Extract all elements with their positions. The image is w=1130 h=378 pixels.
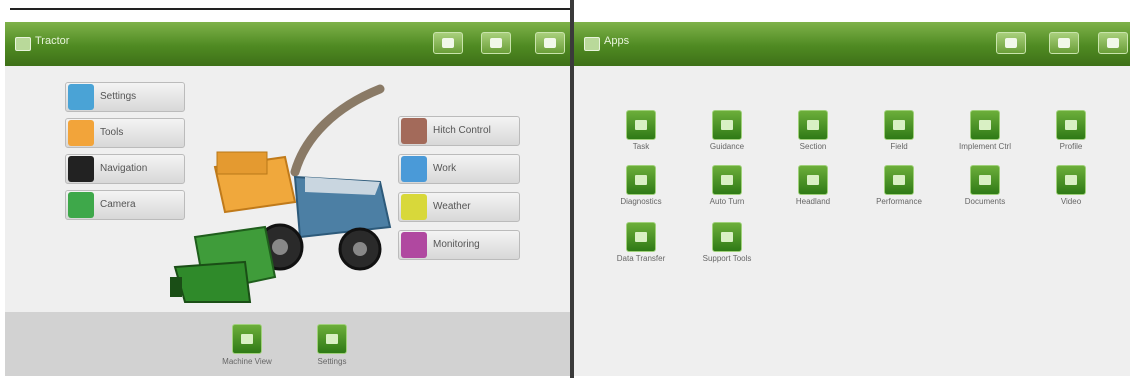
app-icon-14[interactable] xyxy=(712,222,742,252)
app-icon-5[interactable] xyxy=(970,110,1000,140)
camera-icon xyxy=(68,192,94,218)
forage-harvester-illustration xyxy=(170,84,392,303)
left-menu-label-3: Navigation xyxy=(100,163,148,174)
titlebar-button-3[interactable] xyxy=(1098,32,1128,54)
app-icon-6[interactable] xyxy=(1056,110,1086,140)
app-label-4: Field xyxy=(890,142,908,151)
app-label-13: Data Transfer xyxy=(616,254,666,263)
app-label-6: Profile xyxy=(1059,142,1083,151)
app-icon-8[interactable] xyxy=(712,165,742,195)
right-menu-label-1: Hitch Control xyxy=(433,125,491,136)
app-icon-7[interactable] xyxy=(626,165,656,195)
window-a-icon xyxy=(442,38,454,48)
hitch-icon xyxy=(401,118,427,144)
work-icon xyxy=(401,156,427,182)
app-label-3: Section xyxy=(799,142,827,151)
settings-icon xyxy=(68,84,94,110)
left-menu-label-1: Settings xyxy=(100,91,137,102)
right-menu-button-4[interactable]: Monitoring xyxy=(398,230,520,260)
bottom-label-2: Settings xyxy=(317,357,347,366)
app-icon-9[interactable] xyxy=(798,165,828,195)
window-b-icon xyxy=(1058,38,1070,48)
tractor-window-title: Tractor xyxy=(35,35,70,47)
app-icon-4[interactable] xyxy=(884,110,914,140)
app-label-8: Auto Turn xyxy=(709,197,745,206)
bottom-settings-icon[interactable] xyxy=(317,324,347,354)
right-menu-label-3: Weather xyxy=(433,201,471,212)
monitoring-icon xyxy=(401,232,427,258)
top-strip xyxy=(0,0,1130,10)
tools-icon xyxy=(68,120,94,146)
left-menu-label-2: Tools xyxy=(100,127,124,138)
window-c-icon xyxy=(544,38,556,48)
app-icon-3[interactable] xyxy=(798,110,828,140)
machine-view-icon[interactable] xyxy=(232,324,262,354)
bottom-toolbar: Machine View Settings xyxy=(5,312,570,376)
right-menu-label-4: Monitoring xyxy=(433,239,480,250)
app-label-10: Performance xyxy=(876,197,922,206)
app-label-14: Support Tools xyxy=(702,254,752,263)
right-menu-button-1[interactable]: Hitch Control xyxy=(398,116,520,146)
apps-titlebar: Apps xyxy=(574,22,1130,66)
titlebar-button-2[interactable] xyxy=(481,32,511,54)
navigation-icon xyxy=(68,156,94,182)
app-label-12: Video xyxy=(1060,197,1082,206)
weather-icon xyxy=(401,194,427,220)
app-label-5: Implement Ctrl xyxy=(958,142,1011,151)
window-icon xyxy=(15,37,31,51)
app-icon-11[interactable] xyxy=(970,165,1000,195)
app-label-11: Documents xyxy=(964,197,1006,206)
tractor-window: Tractor Settings Tools Navigation Camera xyxy=(5,22,570,376)
tractor-titlebar: Tractor xyxy=(5,22,570,66)
app-icon-12[interactable] xyxy=(1056,165,1086,195)
window-b-icon xyxy=(490,38,502,48)
app-label-9: Headland xyxy=(795,197,831,206)
top-rule xyxy=(10,8,570,10)
app-label-7: Diagnostics xyxy=(620,197,662,206)
titlebar-button-3[interactable] xyxy=(535,32,565,54)
window-a-icon xyxy=(1005,38,1017,48)
app-icon-10[interactable] xyxy=(884,165,914,195)
titlebar-button-1[interactable] xyxy=(433,32,463,54)
apps-window-title: Apps xyxy=(604,35,630,47)
bottom-label-1: Machine View xyxy=(222,357,272,366)
titlebar-button-1[interactable] xyxy=(996,32,1026,54)
app-label-1: Task xyxy=(632,142,650,151)
right-menu-button-3[interactable]: Weather xyxy=(398,192,520,222)
app-label-2: Guidance xyxy=(709,142,745,151)
right-menu-label-2: Work xyxy=(433,163,457,174)
window-icon xyxy=(584,37,600,51)
apps-window: Apps Task Guidance Section Field Impleme… xyxy=(574,22,1130,376)
left-menu-label-4: Camera xyxy=(100,199,136,210)
window-c-icon xyxy=(1107,38,1119,48)
right-menu-button-2[interactable]: Work xyxy=(398,154,520,184)
titlebar-button-2[interactable] xyxy=(1049,32,1079,54)
app-icon-2[interactable] xyxy=(712,110,742,140)
app-icon-13[interactable] xyxy=(626,222,656,252)
app-icon-1[interactable] xyxy=(626,110,656,140)
